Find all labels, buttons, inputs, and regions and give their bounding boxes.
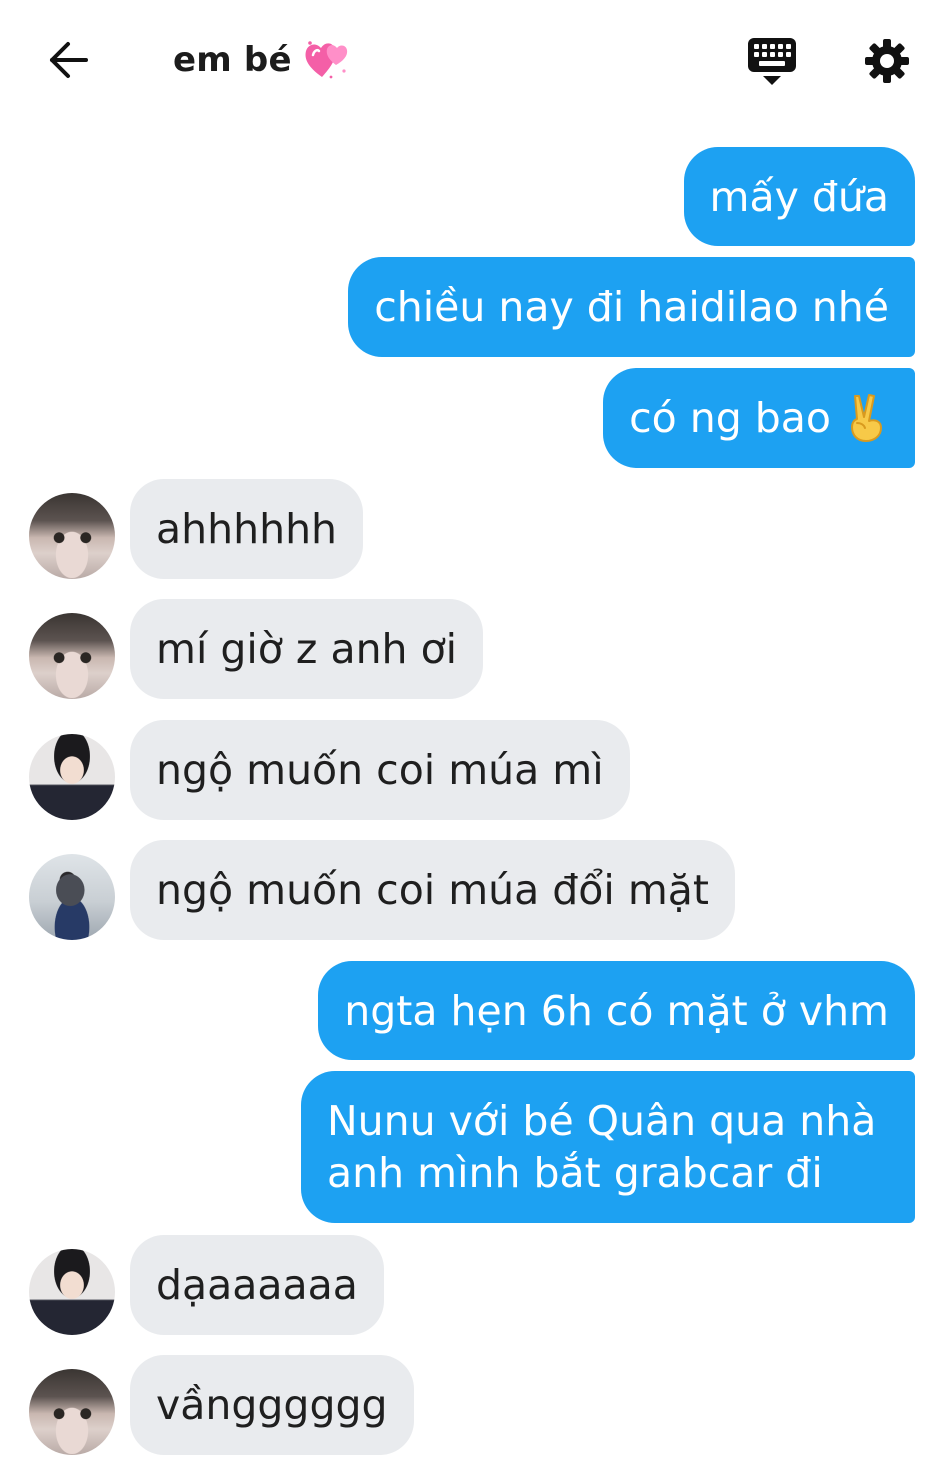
avatar[interactable] xyxy=(29,854,115,940)
two-hearts-icon xyxy=(302,37,350,83)
message-bubble-incoming[interactable]: mí giờ z anh ơi xyxy=(130,599,484,699)
settings-button[interactable] xyxy=(858,32,916,90)
avatar[interactable] xyxy=(29,1249,115,1335)
arrow-left-icon xyxy=(50,42,88,78)
avatar[interactable] xyxy=(29,613,115,699)
keyboard-icon xyxy=(748,38,796,85)
message-bubble-incoming[interactable]: dạaaaaaa xyxy=(130,1235,384,1335)
message-text-line: Nunu với bé Quân qua nhà xyxy=(327,1097,877,1145)
message-text-line: anh mình bắt grabcar đi xyxy=(327,1149,823,1197)
avatar[interactable] xyxy=(29,734,115,820)
message-text: ngộ muốn coi múa đổi mặt xyxy=(156,866,709,914)
message-text: Nunu với bé Quân qua nhà anh mình bắt gr… xyxy=(327,1095,876,1199)
message-bubble-outgoing[interactable]: có ng bao xyxy=(603,368,915,468)
victory-hand-icon xyxy=(845,393,889,443)
message-bubble-outgoing[interactable]: chiều nay đi haidilao nhé xyxy=(348,257,915,357)
message-bubble-incoming[interactable]: ahhhhhh xyxy=(130,479,364,579)
conversation-title: em bé xyxy=(173,40,292,80)
message-text: vầngggggg xyxy=(156,1381,388,1429)
avatar[interactable] xyxy=(29,1369,115,1455)
gear-icon xyxy=(865,39,909,83)
back-button[interactable] xyxy=(40,34,96,86)
message-text: có ng bao xyxy=(629,394,831,442)
message-text: ngta hẹn 6h có mặt ở vhm xyxy=(344,986,889,1035)
message-bubble-outgoing[interactable]: ngta hẹn 6h có mặt ở vhm xyxy=(318,961,915,1060)
message-text: ahhhhhh xyxy=(156,505,338,553)
message-text: mí giờ z anh ơi xyxy=(156,625,458,673)
keyboard-button[interactable] xyxy=(743,32,801,90)
avatar[interactable] xyxy=(29,493,115,579)
message-text: dạaaaaaa xyxy=(156,1261,358,1309)
message-text: mấy đứa xyxy=(709,172,890,221)
message-bubble-outgoing[interactable]: mấy đứa xyxy=(683,147,915,246)
message-bubble-outgoing[interactable]: Nunu với bé Quân qua nhà anh mình bắt gr… xyxy=(301,1071,915,1223)
chat-header: em bé xyxy=(0,0,945,118)
message-bubble-incoming[interactable]: vầngggggg xyxy=(130,1355,414,1455)
conversation-title-group[interactable]: em bé xyxy=(173,34,350,86)
message-bubble-incoming[interactable]: ngộ muốn coi múa mì xyxy=(130,720,630,820)
message-text: chiều nay đi haidilao nhé xyxy=(374,283,889,331)
message-text: ngộ muốn coi múa mì xyxy=(156,746,604,794)
message-bubble-incoming[interactable]: ngộ muốn coi múa đổi mặt xyxy=(130,840,735,940)
